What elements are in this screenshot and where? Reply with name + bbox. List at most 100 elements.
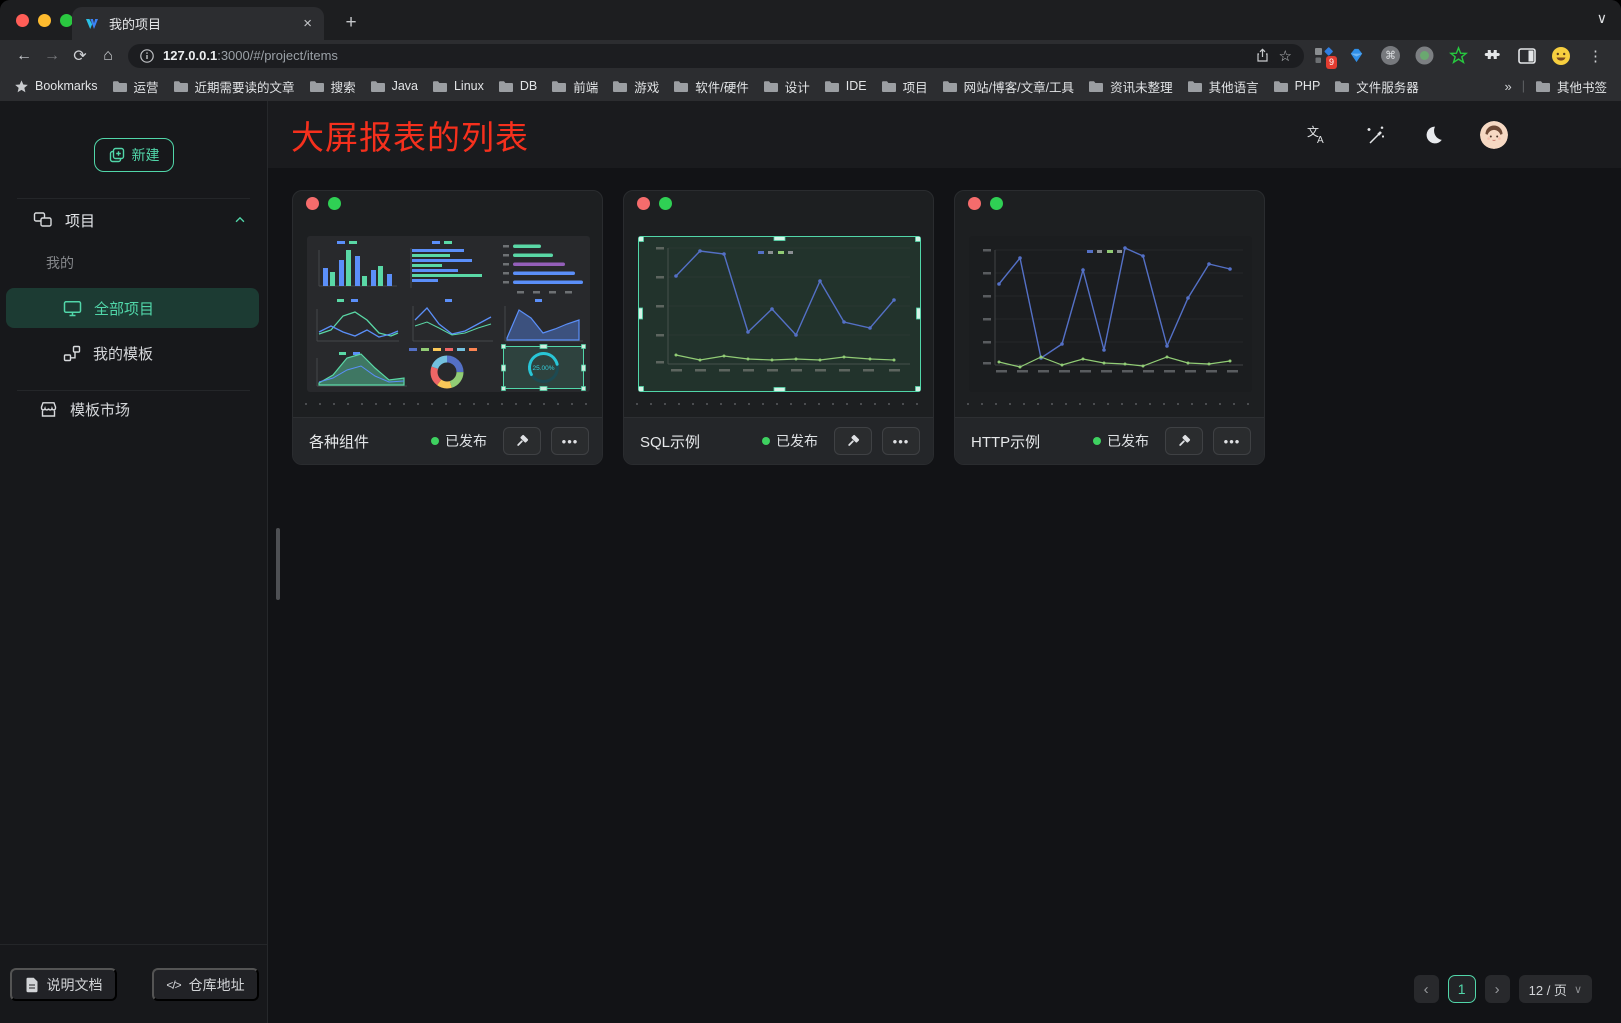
- other-bookmarks-folder[interactable]: 其他书签: [1535, 77, 1607, 96]
- sidebar-item-all-projects[interactable]: 全部项目: [6, 288, 259, 328]
- extension-command-icon[interactable]: ⌘: [1380, 45, 1401, 66]
- bookmark-folder[interactable]: 资讯未整理: [1088, 77, 1173, 96]
- current-page-button[interactable]: 1: [1448, 975, 1476, 1003]
- bookmark-folder[interactable]: 网站/博客/文章/工具: [942, 77, 1074, 96]
- bookmark-folder[interactable]: 前端: [551, 77, 598, 96]
- bookmark-folder[interactable]: 项目: [881, 77, 928, 96]
- folder-icon: [498, 80, 514, 93]
- sidebar-divider: [17, 198, 250, 199]
- address-bar[interactable]: 127.0.0.1:3000/#/project/items ☆: [128, 44, 1304, 68]
- site-info-icon[interactable]: [140, 49, 154, 63]
- home-button[interactable]: ⌂: [94, 43, 122, 69]
- bookmark-folder[interactable]: 搜索: [309, 77, 356, 96]
- bookmark-folder[interactable]: 近期需要读的文章: [173, 77, 295, 96]
- edit-project-button[interactable]: [1165, 427, 1203, 455]
- language-icon[interactable]: 文A: [1306, 124, 1328, 146]
- user-avatar[interactable]: [1480, 121, 1508, 149]
- mini-hbar-chart: [411, 241, 482, 288]
- bookmark-folder[interactable]: 运营: [112, 77, 159, 96]
- bookmark-star-icon[interactable]: ☆: [1279, 47, 1292, 65]
- more-actions-button[interactable]: •••: [882, 427, 920, 455]
- project-card[interactable]: HTTP示例 已发布 •••: [954, 190, 1265, 465]
- status-label: 已发布: [1107, 431, 1149, 451]
- legend: [1087, 250, 1122, 253]
- chevron-up-icon[interactable]: [233, 213, 247, 227]
- folder-icon: [551, 80, 567, 93]
- project-card[interactable]: 25.00% 各种组件 已发布 •••: [292, 190, 603, 465]
- bookmark-folders: Bookmarks 运营 近期需要读的文章 搜索: [14, 77, 1419, 96]
- bookmarks-overflow-icon[interactable]: »: [1505, 79, 1512, 94]
- browser-tab[interactable]: 我的项目 ×: [72, 7, 324, 40]
- mini-area-chart-c: [317, 352, 407, 386]
- extension-grid-icon[interactable]: 9: [1312, 45, 1333, 66]
- more-actions-button[interactable]: •••: [551, 427, 589, 455]
- docs-button[interactable]: 说明文档: [10, 968, 117, 1001]
- new-project-button[interactable]: 新建: [94, 138, 174, 172]
- scrollbar-thumb[interactable]: [276, 528, 280, 600]
- extension-emoji-icon[interactable]: [1550, 45, 1571, 66]
- traffic-lights: [16, 14, 73, 27]
- extensions-puzzle-icon[interactable]: [1482, 45, 1503, 66]
- folder-icon: [370, 80, 386, 93]
- tab-search-chevron-icon[interactable]: ∨: [1597, 10, 1607, 27]
- dotted-divider: [967, 403, 1252, 405]
- http-line-chart-thumbnail: [969, 236, 1252, 392]
- minimize-window-button[interactable]: [38, 14, 51, 27]
- dotted-divider: [636, 403, 921, 405]
- folder-icon: [432, 80, 448, 93]
- page-size-select[interactable]: 12 / 页 ∨: [1519, 975, 1592, 1003]
- bookmark-folder[interactable]: 软件/硬件: [673, 77, 748, 96]
- red-dot: [968, 197, 981, 210]
- bookmark-folder-label: 运营: [134, 77, 159, 96]
- sidebar: 新建 项目 我的 全部项目 我的模板 模板市场: [0, 101, 268, 1023]
- side-panel-icon[interactable]: [1516, 45, 1537, 66]
- bookmark-folder[interactable]: 设计: [763, 77, 810, 96]
- publish-status: 已发布: [762, 431, 818, 451]
- next-page-button[interactable]: ›: [1485, 975, 1510, 1003]
- folder-icon: [309, 80, 325, 93]
- bookmark-folder[interactable]: IDE: [824, 79, 867, 93]
- bookmark-folder-label: 资讯未整理: [1110, 77, 1173, 96]
- extension-gem-icon[interactable]: [1346, 45, 1367, 66]
- project-preview[interactable]: [638, 236, 921, 392]
- bookmarks-manager[interactable]: Bookmarks: [14, 79, 98, 94]
- folder-icon: [612, 80, 628, 93]
- extension-record-icon[interactable]: [1414, 45, 1435, 66]
- repo-button[interactable]: </> 仓库地址: [152, 968, 259, 1001]
- edit-project-button[interactable]: [834, 427, 872, 455]
- more-actions-button[interactable]: •••: [1213, 427, 1251, 455]
- sql-line-chart-thumbnail: [638, 236, 921, 392]
- edit-project-button[interactable]: [503, 427, 541, 455]
- close-window-button[interactable]: [16, 14, 29, 27]
- tab-close-icon[interactable]: ×: [303, 16, 312, 31]
- back-button[interactable]: ←: [10, 43, 38, 69]
- sidebar-item-my-templates[interactable]: 我的模板: [6, 333, 259, 373]
- mini-line-chart-b: [413, 299, 493, 341]
- bookmark-folder[interactable]: PHP: [1273, 79, 1321, 93]
- bookmark-folder[interactable]: 游戏: [612, 77, 659, 96]
- new-tab-button[interactable]: +: [338, 10, 364, 36]
- project-name: HTTP示例: [971, 431, 1083, 452]
- pagination: ‹ 1 › 12 / 页 ∨: [1414, 975, 1592, 1003]
- project-preview[interactable]: 25.00%: [307, 236, 590, 392]
- bookmark-folder[interactable]: Java: [370, 79, 418, 93]
- sidebar-item-template-market[interactable]: 模板市场: [6, 389, 259, 429]
- extension-star-icon[interactable]: [1448, 45, 1469, 66]
- mini-area-chart-a: [505, 299, 583, 341]
- bookmark-folder[interactable]: 文件服务器: [1334, 77, 1419, 96]
- mini-donut-chart: [409, 348, 477, 385]
- bookmark-folder[interactable]: DB: [498, 79, 537, 93]
- project-preview[interactable]: [969, 236, 1252, 392]
- share-icon[interactable]: [1255, 48, 1270, 63]
- bookmark-folder[interactable]: Linux: [432, 79, 484, 93]
- dark-mode-moon-icon[interactable]: [1422, 124, 1444, 146]
- project-card[interactable]: SQL示例 已发布 •••: [623, 190, 934, 465]
- forward-button[interactable]: →: [38, 43, 66, 69]
- sidebar-group-projects[interactable]: 项目: [0, 204, 267, 236]
- prev-page-button[interactable]: ‹: [1414, 975, 1439, 1003]
- bookmark-folder[interactable]: 其他语言: [1187, 77, 1259, 96]
- browser-menu-icon[interactable]: ⋮: [1584, 47, 1607, 65]
- reload-button[interactable]: ⟳: [66, 43, 94, 69]
- url-text[interactable]: 127.0.0.1:3000/#/project/items: [163, 48, 1246, 63]
- magic-wand-icon[interactable]: [1364, 124, 1386, 146]
